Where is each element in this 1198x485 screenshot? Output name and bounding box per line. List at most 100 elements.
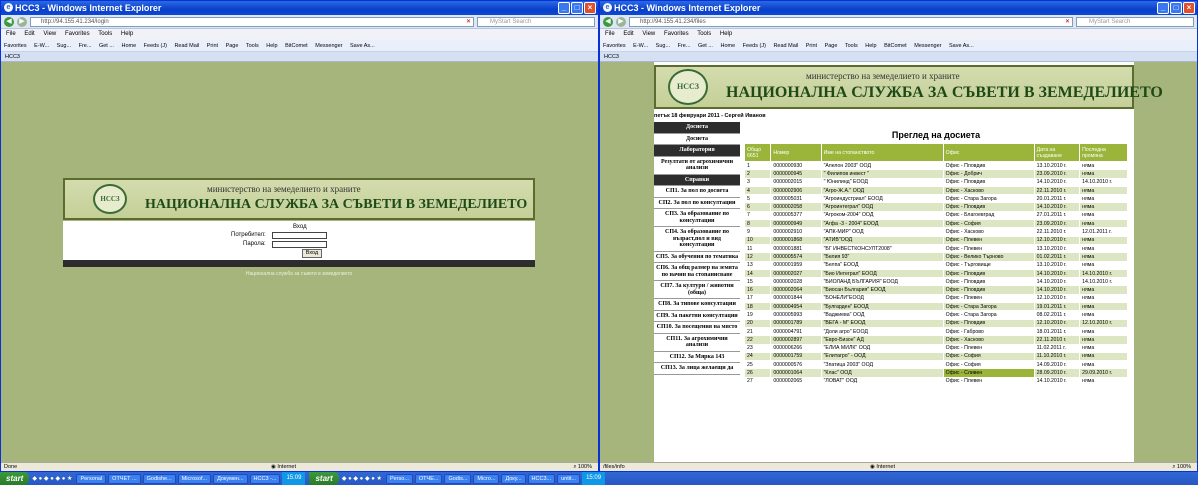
fav-item[interactable]: Fre... [678,43,691,49]
menu-view[interactable]: View [642,31,655,37]
sidebar-item[interactable]: СП9. За пакетни консултации [654,311,740,322]
table-row[interactable]: 13 0000001959 "Белпа" ЕООД Офис - Търговище… [743,260,1128,270]
menu-edit[interactable]: Edit [623,31,633,37]
table-row[interactable]: 4 0000002906 "Агро-Ж.А." ООД Офис - Хасково… [743,185,1128,196]
taskbar-window-button[interactable]: Докумен... [213,473,248,484]
sidebar-item[interactable]: СП3. За образование по консултации [654,209,740,227]
back-icon[interactable]: ◀ [4,16,14,27]
sidebar-item[interactable]: Резултати от агрохимични анализи [654,157,740,175]
sidebar-item[interactable]: Досиета [654,134,740,145]
maximize-button[interactable]: □ [1170,2,1182,14]
forward-icon[interactable]: ▶ [17,16,27,27]
table-cell[interactable]: "Ваджиева" ООД [820,310,944,320]
table-row[interactable]: 9 0000002910 "АПК-МИР" ООД Офис - Хасково 22… [743,227,1128,237]
username-input[interactable] [272,232,327,239]
table-row[interactable]: 16 0000002064 "Биосан България" ЕООД Офис -… [743,285,1128,295]
fav-item[interactable]: Help [266,43,277,49]
table-cell[interactable]: " Юнилинд" ЕООД [820,177,944,187]
quick-launch-icons[interactable]: ◆ ● ◆ ● ◆ ● ★ [32,475,72,482]
table-row[interactable]: 17 0000001844 "БОНЕЛИ"ЕООД Офис - Плевен 12.… [743,293,1128,304]
fav-item[interactable]: Get ... [99,43,114,49]
fav-item[interactable]: BitComet [884,43,907,49]
quick-launch-icons[interactable]: ◆ ● ◆ ● ◆ ● ★ [342,475,382,482]
maximize-button[interactable]: □ [571,2,583,14]
taskbar-window-button[interactable]: Micro... [473,473,500,484]
fav-item[interactable]: Tools [845,43,858,49]
left-title-bar[interactable]: e HCC3 - Windows Internet Explorer _ □ × [1,1,598,15]
start-button[interactable]: start [309,472,339,485]
menu-file[interactable]: File [6,31,16,37]
table-cell[interactable]: "АТИВ"ООД [820,235,944,245]
sidebar-item[interactable]: СП11. За агрохимични анализи [654,334,740,352]
table-cell[interactable]: "Агроиндустриал" ЕООД [820,194,944,204]
table-cell[interactable]: "БОНЕЛИ"ЕООД [820,293,944,304]
table-cell[interactable]: "БИОЛАНД БЪЛГАРИЯ" ЕООД [820,277,944,287]
table-row[interactable]: 25 0000000576 "Зпатица 2003" ООД Офис - Соф… [743,360,1128,370]
stop-icon[interactable]: ✕ [466,18,471,27]
table-row[interactable]: 1 0000000930 "Апелон 2003" ООД Офис - Пловд… [743,160,1128,171]
table-row[interactable]: 22 0000002897 "Евро-Бизон" АД Офис - Хасков… [743,335,1128,345]
fav-item[interactable]: Sug... [656,43,670,49]
menu-file[interactable]: File [605,31,615,37]
zoom-level[interactable]: ⌕ 100% [1172,463,1191,471]
fav-item[interactable]: Feeds (J) [743,43,766,49]
fav-item[interactable]: E-W... [633,43,648,49]
sidebar-section-header[interactable]: Досиета [654,122,740,134]
table-cell[interactable]: "Зпатица 2003" ООД [820,360,944,370]
sidebar-item[interactable]: СП7. За култури / животни (обща) [654,281,740,299]
table-row[interactable]: 7 0000005377 "Агроком-2004" ООД Офис - Благ… [743,210,1128,221]
fav-item[interactable]: Get ... [698,43,713,49]
menu-help[interactable]: Help [720,31,732,37]
menu-view[interactable]: View [43,31,56,37]
fav-item[interactable]: Messenger [315,43,342,49]
table-row[interactable]: 11 0000001881 "БГ ИНВЕСТКОНСУЛТ2008" Офис -… [743,243,1128,254]
sidebar-item[interactable]: СП13. За лица желаещи да [654,363,740,375]
sidebar-item[interactable]: СП2. За пол по консултации [654,198,740,209]
table-cell[interactable]: "ЕЛИА МИЛК" ООД [820,343,944,353]
table-row[interactable]: 26 0000001064 "Клас" ООД Офис - Сливен 28.09… [743,368,1128,378]
table-cell[interactable]: "ВЕГА - М" ЕООД [820,318,944,328]
table-row[interactable]: 6 0000002058 "Агроинтеграл" ООД Офис - Плов… [743,202,1128,212]
table-cell[interactable]: "Апелон 2003" ООД [820,160,944,171]
column-header[interactable]: Номер [770,143,822,162]
taskbar-window-button[interactable]: Microsof... [177,473,212,484]
sidebar-item[interactable]: СП8. За типове консултации [654,299,740,311]
table-cell[interactable]: "БГ ИНВЕСТКОНСУЛТ2008" [820,243,944,254]
fav-item[interactable]: Favorites [603,43,626,49]
table-cell[interactable]: "Агро-Ж.А." ООД [820,185,944,196]
table-row[interactable]: 27 0000002065 "ЛОВАТ" ООД Офис - Плевен 14.1… [743,376,1128,387]
menu-tools[interactable]: Tools [98,31,112,37]
menu-favorites[interactable]: Favorites [664,31,689,37]
fav-item[interactable]: E-W... [34,43,49,49]
sidebar-section-header[interactable]: Справки [654,174,740,186]
taskbar-window-button[interactable]: Personal [76,473,107,484]
menu-edit[interactable]: Edit [24,31,34,37]
taskbar-window-button[interactable]: ОТЧЕТ ... [108,473,141,484]
table-row[interactable]: 12 0000005574 "Белия 93" Офис - Велико Търн… [743,252,1128,262]
minimize-button[interactable]: _ [1157,2,1169,14]
start-button[interactable]: start [0,472,30,485]
fav-item[interactable]: Feeds (J) [144,43,167,49]
fav-item[interactable]: Save As... [350,43,375,49]
table-row[interactable]: 5 0000005031 "Агроиндустриал" ЕООД Офис - С… [743,194,1128,204]
right-title-bar[interactable]: e HCC3 - Windows Internet Explorer _ □ × [600,1,1197,15]
table-row[interactable]: 14 0000002027 "Био Интеграл" ЕООД Офис - Пл… [743,268,1128,279]
sidebar-item[interactable]: СП4. За образование по възраст,пол и вид… [654,227,740,252]
menu-favorites[interactable]: Favorites [65,31,90,37]
table-cell[interactable]: "АПК-МИР" ООД [820,227,944,237]
left-search-input[interactable]: MyStart Search [477,16,595,27]
taskbar-window-button[interactable]: ОТЧЕ... [414,473,443,484]
sidebar-item[interactable]: СП10. За посещения на място [654,322,740,334]
forward-icon[interactable]: ▶ [616,16,626,27]
fav-item[interactable]: Save As... [949,43,974,49]
sidebar-section-header[interactable]: Лаборатория [654,145,740,157]
minimize-button[interactable]: _ [558,2,570,14]
fav-item[interactable]: Messenger [914,43,941,49]
table-cell[interactable]: "Белия 93" [820,252,944,262]
column-header[interactable]: Дата на създаване [1033,143,1081,162]
left-address-input[interactable]: http://94.155.41.234/login ✕ [30,16,474,27]
zoom-level[interactable]: ⌕ 100% [573,463,592,471]
taskbar-window-button[interactable]: Доку... [501,473,526,484]
table-cell[interactable]: "Агфа -3 - 2004" ЕООД [820,219,944,229]
login-button[interactable]: Вход [302,249,322,258]
